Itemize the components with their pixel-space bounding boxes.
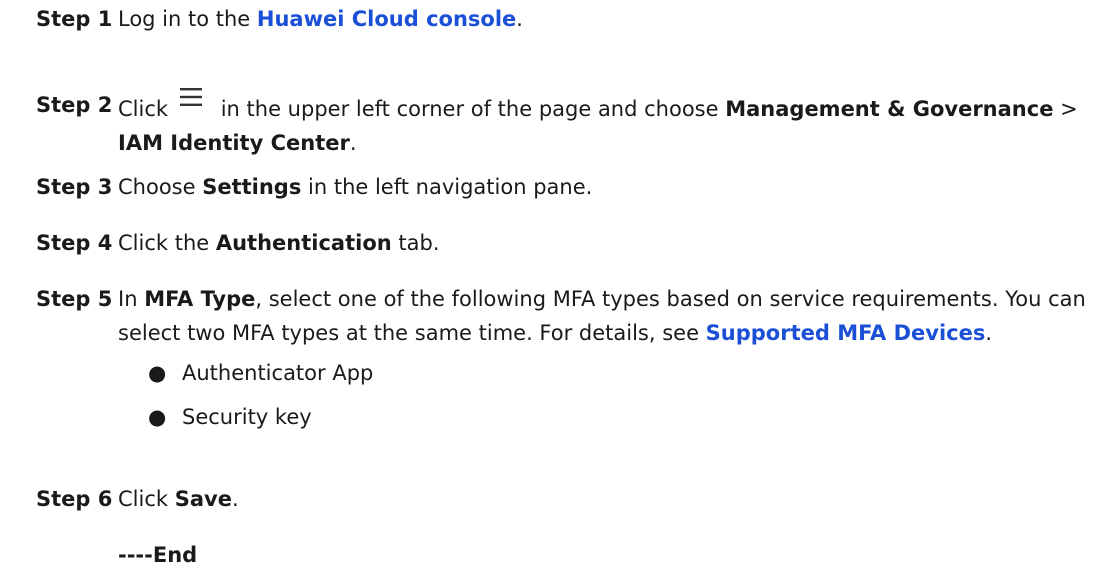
step-label: Step 1 [36,7,113,31]
huawei-cloud-console-link[interactable]: Huawei Cloud console [257,7,516,31]
step-3: Step 3 Choose Settings in the left navig… [36,170,1106,204]
step-text-segment: . [231,487,239,511]
list-item: ● Authenticator App [148,356,1106,390]
step-text-segment: Click [118,97,169,121]
step-5: Step 5 In MFA Type, select one of the fo… [36,282,1106,434]
step-text-segment: . [516,7,523,31]
step-text: Click in the upper left corner of the pa… [118,88,1106,160]
step-text-segment: Click the [118,231,216,255]
step-6: Step 6 Click Save. [36,482,1106,516]
menu-path-management-governance: Management & Governance [725,97,1054,121]
step-4: Step 4 Click the Authentication tab. [36,226,1106,260]
bullet-text: Security key [182,405,312,429]
step-text: Log in to the Huawei Cloud console. [118,2,1106,36]
step-label: Step 3 [36,175,113,199]
step-text-segment: Click [118,487,175,511]
step-text-segment: . [985,321,993,345]
authentication-tab-label: Authentication [215,231,392,255]
step-label: Step 5 [36,287,113,311]
step-text-segment: tab. [391,231,440,255]
menu-path-iam-identity-center: IAM Identity Center [118,131,350,155]
menu-path-separator: > [1053,97,1078,121]
step-label: Step 6 [36,487,113,511]
step-text-segment: in the left navigation pane. [301,175,593,199]
step-label: Step 2 [36,93,113,117]
step-1: Step 1 Log in to the Huawei Cloud consol… [36,2,1106,36]
step-text-segment: Choose [118,175,203,199]
step-text: In MFA Type, select one of the following… [118,282,1106,434]
bullet-icon: ● [148,405,167,429]
document-page: Step 1 Log in to the Huawei Cloud consol… [0,0,1118,584]
step-label: Step 4 [36,231,113,255]
bullet-text: Authenticator App [182,361,374,385]
step-text-segment: In [118,287,145,311]
list-item: ● Security key [148,400,1106,434]
step-text: Choose Settings in the left navigation p… [118,170,1106,204]
supported-mfa-devices-link[interactable]: Supported MFA Devices [706,321,986,345]
step-text-segment: . [349,131,357,155]
settings-label: Settings [202,175,302,199]
bullet-icon: ● [148,361,167,385]
save-label: Save [174,487,232,511]
mfa-type-list: ● Authenticator App ● Security key [118,356,1106,434]
step-text-segment: in the upper left corner of the page and… [214,97,726,121]
step-text: Click Save. [118,482,1106,516]
step-2: Step 2 Click in the upper left corner of… [36,88,1106,160]
step-text: Click the Authentication tab. [118,226,1106,260]
mfa-type-label: MFA Type [144,287,256,311]
end-marker: ----End [118,543,198,567]
hamburger-menu-icon [180,88,203,110]
step-text-segment: Log in to the [118,7,257,31]
